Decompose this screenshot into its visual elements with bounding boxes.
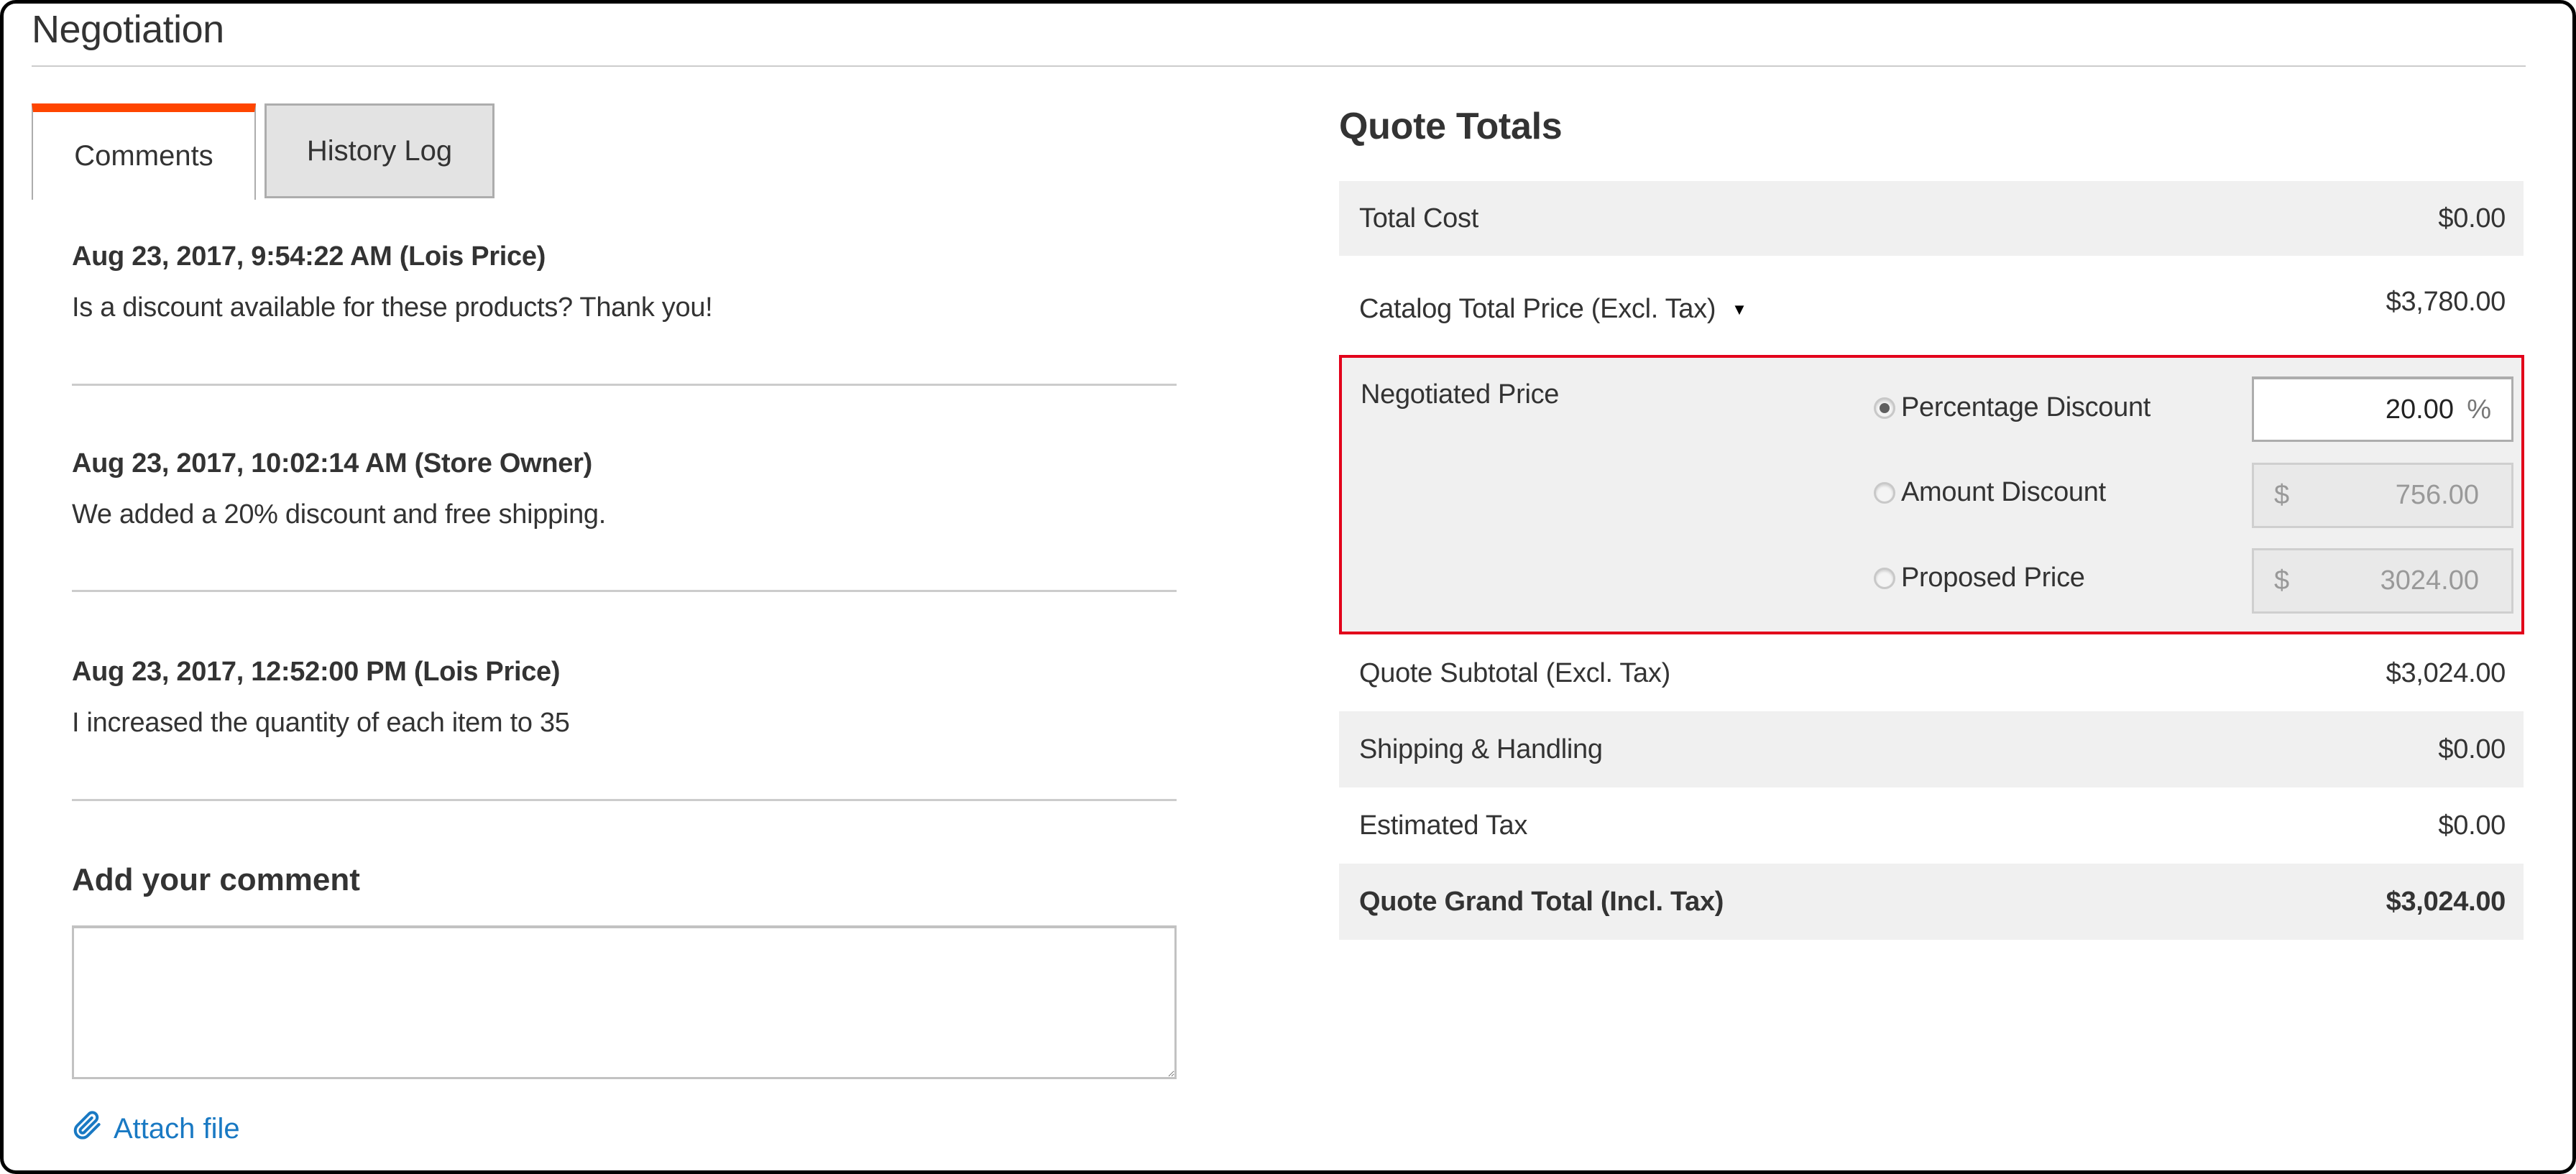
comment-item: Aug 23, 2017, 12:52:00 PM (Lois Price) I… [72, 657, 1177, 739]
comment-item: Aug 23, 2017, 9:54:22 AM (Lois Price) Is… [72, 241, 1177, 323]
total-cost-row: Total Cost $0.00 [1339, 181, 2524, 256]
comment-divider [72, 590, 1177, 592]
percentage-discount-value: 20.00 [2385, 394, 2454, 425]
grand-total-value: $3,024.00 [2386, 886, 2506, 917]
estimated-tax-row: Estimated Tax $0.00 [1339, 787, 2524, 864]
tab-comments-label: Comments [74, 139, 213, 172]
shipping-row: Shipping & Handling $0.00 [1339, 711, 2524, 787]
paperclip-icon [72, 1109, 104, 1148]
quote-subtotal-row: Quote Subtotal (Excl. Tax) $3,024.00 [1339, 635, 2524, 711]
total-cost-value: $0.00 [2438, 203, 2506, 234]
comment-item: Aug 23, 2017, 10:02:14 AM (Store Owner) … [72, 448, 1177, 530]
attach-file-link[interactable]: Attach file [72, 1109, 240, 1148]
percentage-discount-option[interactable]: Percentage Discount [1874, 392, 2150, 423]
quote-subtotal-label: Quote Subtotal (Excl. Tax) [1359, 657, 1670, 688]
comment-textarea[interactable] [72, 925, 1177, 1079]
dollar-prefix: $ [2274, 565, 2290, 596]
percentage-discount-input[interactable]: 20.00 % [2252, 376, 2513, 442]
proposed-price-input: $ 3024.00 [2252, 548, 2513, 614]
add-comment-heading: Add your comment [72, 862, 360, 897]
proposed-price-label: Proposed Price [1901, 563, 2085, 593]
amount-discount-value: 756.00 [2395, 480, 2479, 510]
tab-history-log[interactable]: History Log [264, 103, 494, 198]
amount-discount-radio[interactable] [1874, 481, 1895, 504]
percent-suffix: % [2467, 394, 2491, 425]
proposed-price-value: 3024.00 [2380, 565, 2479, 596]
percentage-discount-label: Percentage Discount [1901, 392, 2151, 422]
amount-discount-option[interactable]: Amount Discount [1874, 477, 2106, 508]
tab-comments[interactable]: Comments [32, 103, 256, 200]
proposed-price-radio[interactable] [1874, 567, 1895, 589]
catalog-total-label: Catalog Total Price (Excl. Tax) [1359, 293, 1716, 324]
comment-body: We added a 20% discount and free shippin… [72, 499, 607, 530]
estimated-tax-value: $0.00 [2438, 810, 2506, 841]
amount-discount-label: Amount Discount [1901, 477, 2106, 507]
shipping-label: Shipping & Handling [1359, 734, 1603, 764]
comment-header: Aug 23, 2017, 12:52:00 PM (Lois Price) [72, 657, 561, 687]
quote-totals-heading: Quote Totals [1339, 106, 1563, 147]
amount-discount-input: $ 756.00 [2252, 463, 2513, 528]
negotiated-price-label: Negotiated Price [1361, 379, 1560, 410]
grand-total-row: Quote Grand Total (Incl. Tax) $3,024.00 [1339, 864, 2524, 940]
total-cost-label: Total Cost [1359, 203, 1478, 234]
quote-subtotal-value: $3,024.00 [2386, 657, 2506, 688]
comment-body: Is a discount available for these produc… [72, 292, 713, 323]
comment-header: Aug 23, 2017, 9:54:22 AM (Lois Price) [72, 241, 546, 272]
caret-down-icon[interactable]: ▼ [1731, 300, 1747, 319]
estimated-tax-label: Estimated Tax [1359, 810, 1528, 841]
comment-divider [72, 384, 1177, 386]
grand-total-label: Quote Grand Total (Incl. Tax) [1359, 886, 1724, 917]
shipping-value: $0.00 [2438, 734, 2506, 764]
negotiated-price-panel: Negotiated Price Percentage Discount 20.… [1339, 355, 2524, 634]
proposed-price-option[interactable]: Proposed Price [1874, 563, 2085, 593]
comment-header: Aug 23, 2017, 10:02:14 AM (Store Owner) [72, 448, 592, 479]
catalog-total-row: Catalog Total Price (Excl. Tax) ▼ $3,780.… [1339, 263, 2524, 355]
comment-divider [72, 799, 1177, 801]
section-title: Negotiation [32, 8, 224, 51]
dollar-prefix: $ [2274, 480, 2290, 510]
catalog-total-toggle[interactable]: Catalog Total Price (Excl. Tax) ▼ [1359, 294, 1747, 325]
comment-body: I increased the quantity of each item to… [72, 708, 570, 738]
catalog-total-value: $3,780.00 [2386, 286, 2506, 317]
percentage-discount-radio[interactable] [1874, 397, 1895, 419]
attach-file-label: Attach file [114, 1112, 240, 1145]
tab-history-log-label: History Log [306, 134, 453, 167]
title-divider [32, 65, 2526, 67]
